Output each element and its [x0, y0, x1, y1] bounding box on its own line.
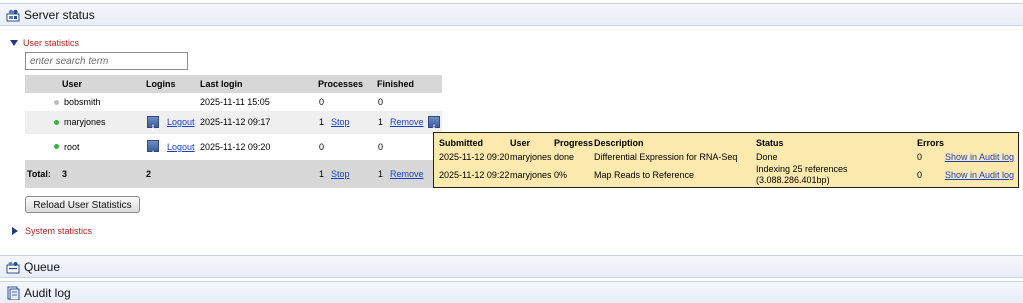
processes-count: 0	[319, 97, 325, 107]
tooltip-header-status: Status	[756, 138, 784, 148]
system-statistics-label: System statistics	[25, 226, 93, 236]
tooltip-user: maryjones	[510, 152, 552, 162]
status-online-icon	[54, 144, 59, 149]
user-statistics-toggle[interactable]: User statistics	[10, 38, 79, 48]
status-offline-icon	[54, 100, 59, 105]
show-in-audit-log-link[interactable]: Show in Audit log	[945, 152, 1014, 162]
audit-log-header[interactable]: Audit log	[0, 281, 1023, 303]
tooltip-progress: done	[554, 152, 575, 162]
tooltip-description: Differential Expression for RNA-Seq	[594, 152, 738, 162]
remove-link[interactable]: Remove	[390, 111, 424, 134]
finished-count: 0	[378, 142, 384, 152]
status-online-icon	[54, 120, 59, 125]
logout-link[interactable]: Logout	[167, 111, 195, 134]
column-header-logins: Logins	[146, 79, 176, 89]
stop-all-link[interactable]: Stop	[331, 160, 350, 188]
user-name: bobsmith	[64, 97, 101, 107]
column-header-user: User	[62, 79, 83, 89]
search-input[interactable]	[25, 52, 188, 70]
table-row: bobsmith 2025-11-11 15:05 0 0	[25, 93, 442, 111]
tooltip-header-progress: Progress	[554, 138, 594, 148]
last-login: 2025-11-12 09:20	[200, 142, 271, 152]
last-login: 2025-11-12 09:17	[200, 117, 271, 127]
table-row: root i Logout 2025-11-12 09:20 0 0	[25, 134, 442, 160]
queue-title: Queue	[24, 259, 61, 274]
user-name: maryjones	[64, 117, 106, 127]
tooltip-errors: 0	[917, 152, 923, 162]
audit-log-title: Audit log	[24, 285, 71, 300]
tooltip-submitted: 2025-11-12 09:22	[439, 170, 510, 180]
user-statistics-label: User statistics	[23, 38, 80, 48]
total-finished: 1	[378, 169, 384, 179]
last-login: 2025-11-11 15:05	[200, 97, 270, 107]
finished-count: 1	[378, 117, 384, 127]
queue-icon	[6, 261, 20, 273]
logins-info-icon[interactable]: i	[147, 140, 159, 159]
tooltip-user: maryjones	[510, 170, 552, 180]
tooltip-header-submitted: Submitted	[439, 138, 483, 148]
user-name: root	[64, 142, 80, 152]
tooltip-header-description: Description	[594, 138, 644, 148]
tooltip-submitted: 2025-11-12 09:20	[439, 152, 510, 162]
table-total-row: Total: 3 2 1 Stop 1 Remove	[25, 160, 442, 188]
reload-user-statistics-button[interactable]: Reload User Statistics	[25, 196, 140, 213]
collapsed-triangle-icon	[12, 227, 18, 235]
total-label: Total:	[27, 169, 51, 179]
table-header: User Logins Last login Processes Finishe…	[25, 75, 442, 93]
table-row: maryjones i Logout 2025-11-12 09:17 1 St…	[25, 111, 442, 134]
queue-header[interactable]: Queue	[0, 255, 1023, 278]
total-users: 3	[62, 169, 68, 179]
processes-count: 0	[319, 142, 325, 152]
process-details-tooltip: Submitted User Progress Description Stat…	[433, 132, 1019, 188]
stop-link[interactable]: Stop	[331, 111, 350, 134]
tooltip-status: Indexing 25 references	[756, 164, 848, 174]
server-status-header[interactable]: Server status	[0, 3, 1023, 26]
column-header-finished: Finished	[377, 79, 415, 89]
server-users-icon	[6, 9, 20, 21]
logins-info-icon[interactable]: i	[147, 116, 159, 133]
column-header-processes: Processes	[318, 79, 364, 89]
tooltip-progress: 0%	[554, 170, 568, 180]
audit-log-icon	[7, 286, 20, 300]
tooltip-description: Map Reads to Reference	[594, 170, 695, 180]
finished-info-icon[interactable]: i	[428, 116, 440, 133]
column-header-last-login: Last login	[200, 79, 243, 89]
tooltip-errors: 0	[917, 170, 923, 180]
show-in-audit-log-link[interactable]: Show in Audit log	[945, 170, 1014, 180]
server-status-title: Server status	[24, 7, 95, 22]
tooltip-header-errors: Errors	[917, 138, 945, 148]
tooltip-header-user: User	[510, 138, 531, 148]
system-statistics-toggle[interactable]: System statistics	[10, 226, 92, 236]
remove-all-link[interactable]: Remove	[390, 160, 424, 188]
tooltip-status-detail: (3.088.286.401bp)	[756, 175, 830, 185]
finished-count: 0	[378, 97, 384, 107]
processes-count: 1	[319, 117, 325, 127]
total-logins: 2	[146, 169, 152, 179]
total-processes: 1	[319, 169, 325, 179]
expanded-triangle-icon	[10, 40, 18, 46]
tooltip-status: Done	[756, 152, 778, 162]
logout-link[interactable]: Logout	[167, 134, 195, 160]
